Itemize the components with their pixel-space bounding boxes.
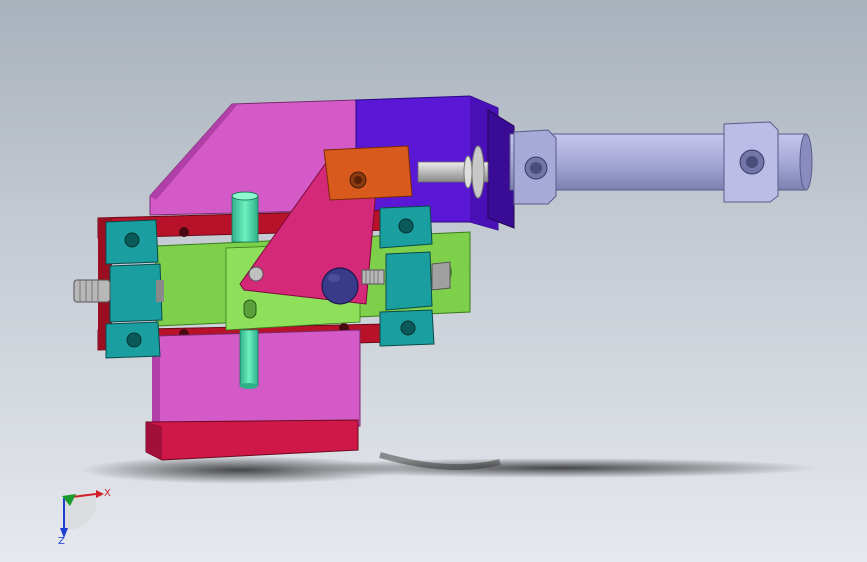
x-axis-label: X — [104, 488, 111, 499]
z-axis-label: Z — [58, 536, 65, 547]
ground-shadow — [80, 452, 820, 484]
coordinate-triad: X Z — [58, 488, 111, 547]
orange-clevis[interactable] — [323, 145, 413, 201]
red-base[interactable] — [145, 419, 359, 461]
navy-roller[interactable] — [321, 267, 359, 305]
3d-viewport[interactable]: X Z — [0, 0, 867, 562]
left-teal-block[interactable] — [73, 219, 164, 359]
cad-model[interactable]: X Z — [0, 0, 867, 562]
